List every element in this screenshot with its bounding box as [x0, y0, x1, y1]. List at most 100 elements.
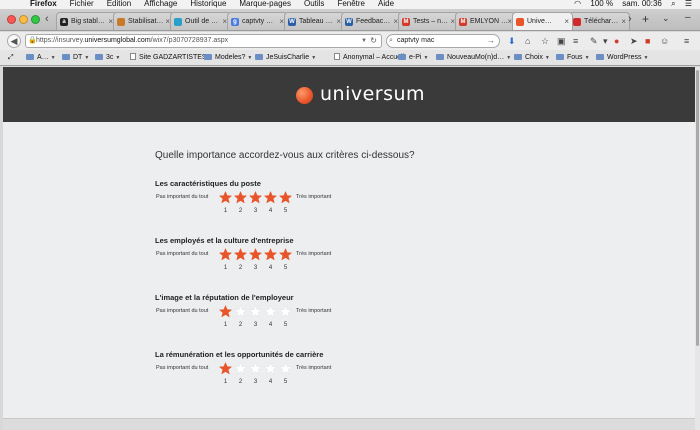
universum-logo-icon [296, 87, 313, 104]
bookmark-item[interactable]: JeSuisCharlie ▼ [255, 50, 317, 65]
bookmark-star-icon[interactable]: ☆ [541, 36, 549, 46]
addon-icon[interactable]: ✎ [590, 36, 598, 46]
bookmark-item[interactable]: A… ▼ [26, 50, 56, 65]
star-filled-icon[interactable] [264, 191, 277, 204]
bookmark-label: Site GADZARTISTES [139, 54, 207, 61]
browser-tab[interactable]: Unive… × [512, 12, 573, 30]
star-filled-icon[interactable] [234, 248, 247, 261]
tab-groups-icon[interactable]: – [685, 12, 691, 23]
star-filled-icon[interactable] [249, 248, 262, 261]
star-filled-icon[interactable] [219, 362, 232, 375]
star-empty-icon[interactable] [264, 362, 277, 375]
browser-tab[interactable]: M Tests – n… × [398, 12, 459, 30]
survey-content: Quelle importance accordez-vous aux crit… [3, 122, 695, 418]
menu-item-4[interactable]: Historique [190, 0, 226, 8]
menu-item-8[interactable]: Aide [378, 0, 394, 8]
bookmark-item[interactable]: Choix ▼ [514, 50, 550, 65]
addon-dropdown-icon[interactable]: ▾ [603, 36, 608, 46]
star-filled-icon[interactable] [264, 248, 277, 261]
menu-item-6[interactable]: Outils [304, 0, 324, 8]
spotlight-icon[interactable]: ⌕ [671, 0, 675, 8]
bookmark-item[interactable]: Fous ▼ [556, 50, 590, 65]
bookmarks-menu-icon[interactable]: ▣ [557, 36, 566, 46]
menu-item-3[interactable]: Affichage [144, 0, 177, 8]
browser-tab[interactable]: W Feedbac… × [341, 12, 402, 30]
bookmark-label: DT [73, 54, 83, 61]
star-empty-icon[interactable] [234, 305, 247, 318]
star-empty-icon[interactable] [279, 305, 292, 318]
bookmark-item[interactable]: DT ▼ [62, 50, 90, 65]
reload-icon[interactable]: ↻ [370, 35, 377, 47]
wifi-icon[interactable]: ◠ [574, 0, 581, 8]
star-filled-icon[interactable] [234, 191, 247, 204]
chevron-down-icon: ▼ [423, 55, 429, 61]
back-button[interactable]: ◀ [7, 34, 21, 48]
menu-item-0[interactable]: Firefox [30, 0, 57, 8]
menu-icon[interactable]: ≡ [684, 36, 689, 46]
bookmark-item[interactable]: 3c ▼ [95, 50, 120, 65]
search-input[interactable]: captvty mac [397, 37, 434, 44]
scale-number: 5 [283, 208, 288, 214]
clock[interactable]: sam. 00:36 [622, 0, 662, 8]
scale-label-low: Pas important du tout [156, 365, 209, 371]
scrollbar-thumb[interactable] [696, 70, 699, 346]
browser-tab[interactable]: a Big stabl… × [56, 12, 117, 30]
bookmark-item[interactable]: Anonymal – Accueil [334, 50, 404, 65]
star-filled-icon[interactable] [279, 191, 292, 204]
tab-list-icon[interactable]: ⌄ [662, 13, 670, 24]
browser-tab[interactable]: Téléchar… × [569, 12, 630, 30]
search-bar[interactable]: ⌕ captvty mac → [386, 34, 500, 48]
bookmarks-edit-icon[interactable]: ⤢ [8, 50, 14, 65]
browser-tab[interactable]: W Tableau … × [284, 12, 345, 30]
close-window-button[interactable] [7, 15, 16, 24]
menu-item-1[interactable]: Fichier [70, 0, 94, 8]
star-empty-icon[interactable] [279, 362, 292, 375]
lock-icon[interactable]: 🔒 [28, 35, 37, 47]
scale-number: 5 [283, 379, 288, 385]
minimize-window-button[interactable] [19, 15, 28, 24]
tab-close-icon[interactable]: × [564, 13, 569, 30]
addon-red-icon[interactable]: ■ [645, 36, 650, 46]
battery-level[interactable]: 100 % [590, 0, 613, 8]
reader-icon[interactable]: ≡ [573, 36, 578, 46]
chevron-down-icon: ▼ [311, 55, 317, 61]
zoom-window-button[interactable] [31, 15, 40, 24]
tab-scroll-left-icon[interactable]: ‹ [45, 13, 49, 25]
menu-item-7[interactable]: Fenêtre [337, 0, 365, 8]
url-bar[interactable]: 🔒 https://insurvey.universumglobal.com/w… [25, 34, 382, 48]
chat-icon[interactable]: ☺ [660, 36, 669, 46]
tab-label: Tests – n… [413, 18, 449, 25]
star-filled-icon[interactable] [249, 191, 262, 204]
star-filled-icon[interactable] [279, 248, 292, 261]
bookmark-item[interactable]: e-Pi ▼ [398, 50, 429, 65]
star-filled-icon[interactable] [219, 191, 232, 204]
search-go-icon[interactable]: → [487, 35, 495, 47]
send-icon[interactable]: ➤ [630, 36, 638, 46]
menu-item-2[interactable]: Édition [107, 0, 131, 8]
star-empty-icon[interactable] [234, 362, 247, 375]
bookmark-item[interactable]: Modeles? ▼ [204, 50, 252, 65]
menu-item-5[interactable]: Marque-pages [239, 0, 291, 8]
star-empty-icon[interactable] [264, 305, 277, 318]
browser-tab[interactable]: Outil de … × [170, 12, 231, 30]
bookmark-item[interactable]: NouveauMo(n)d… ▼ [436, 50, 511, 65]
star-filled-icon[interactable] [219, 248, 232, 261]
new-tab-icon[interactable]: + [642, 12, 649, 26]
tab-scroll-right-icon[interactable]: › [628, 13, 632, 25]
bookmark-label: Fous [567, 54, 583, 61]
chevron-down-icon: ▼ [84, 55, 90, 61]
bookmark-item[interactable]: Site GADZARTISTES [130, 50, 207, 65]
adblock-icon[interactable]: ● [614, 36, 619, 46]
notification-icon[interactable]: ☰ [685, 0, 692, 8]
tab-close-icon[interactable]: × [621, 13, 626, 30]
download-icon[interactable]: ⬇ [508, 36, 516, 46]
star-filled-icon[interactable] [219, 305, 232, 318]
browser-tab[interactable]: M EMLYON … × [455, 12, 516, 30]
star-empty-icon[interactable] [249, 362, 262, 375]
browser-tab[interactable]: g captvty … × [227, 12, 288, 30]
url-dropdown-icon[interactable]: ▼ [361, 35, 367, 47]
home-icon[interactable]: ⌂ [525, 36, 530, 46]
bookmark-item[interactable]: WordPress ▼ [596, 50, 648, 65]
star-empty-icon[interactable] [249, 305, 262, 318]
browser-tab[interactable]: Stabilisat… × [113, 12, 174, 30]
